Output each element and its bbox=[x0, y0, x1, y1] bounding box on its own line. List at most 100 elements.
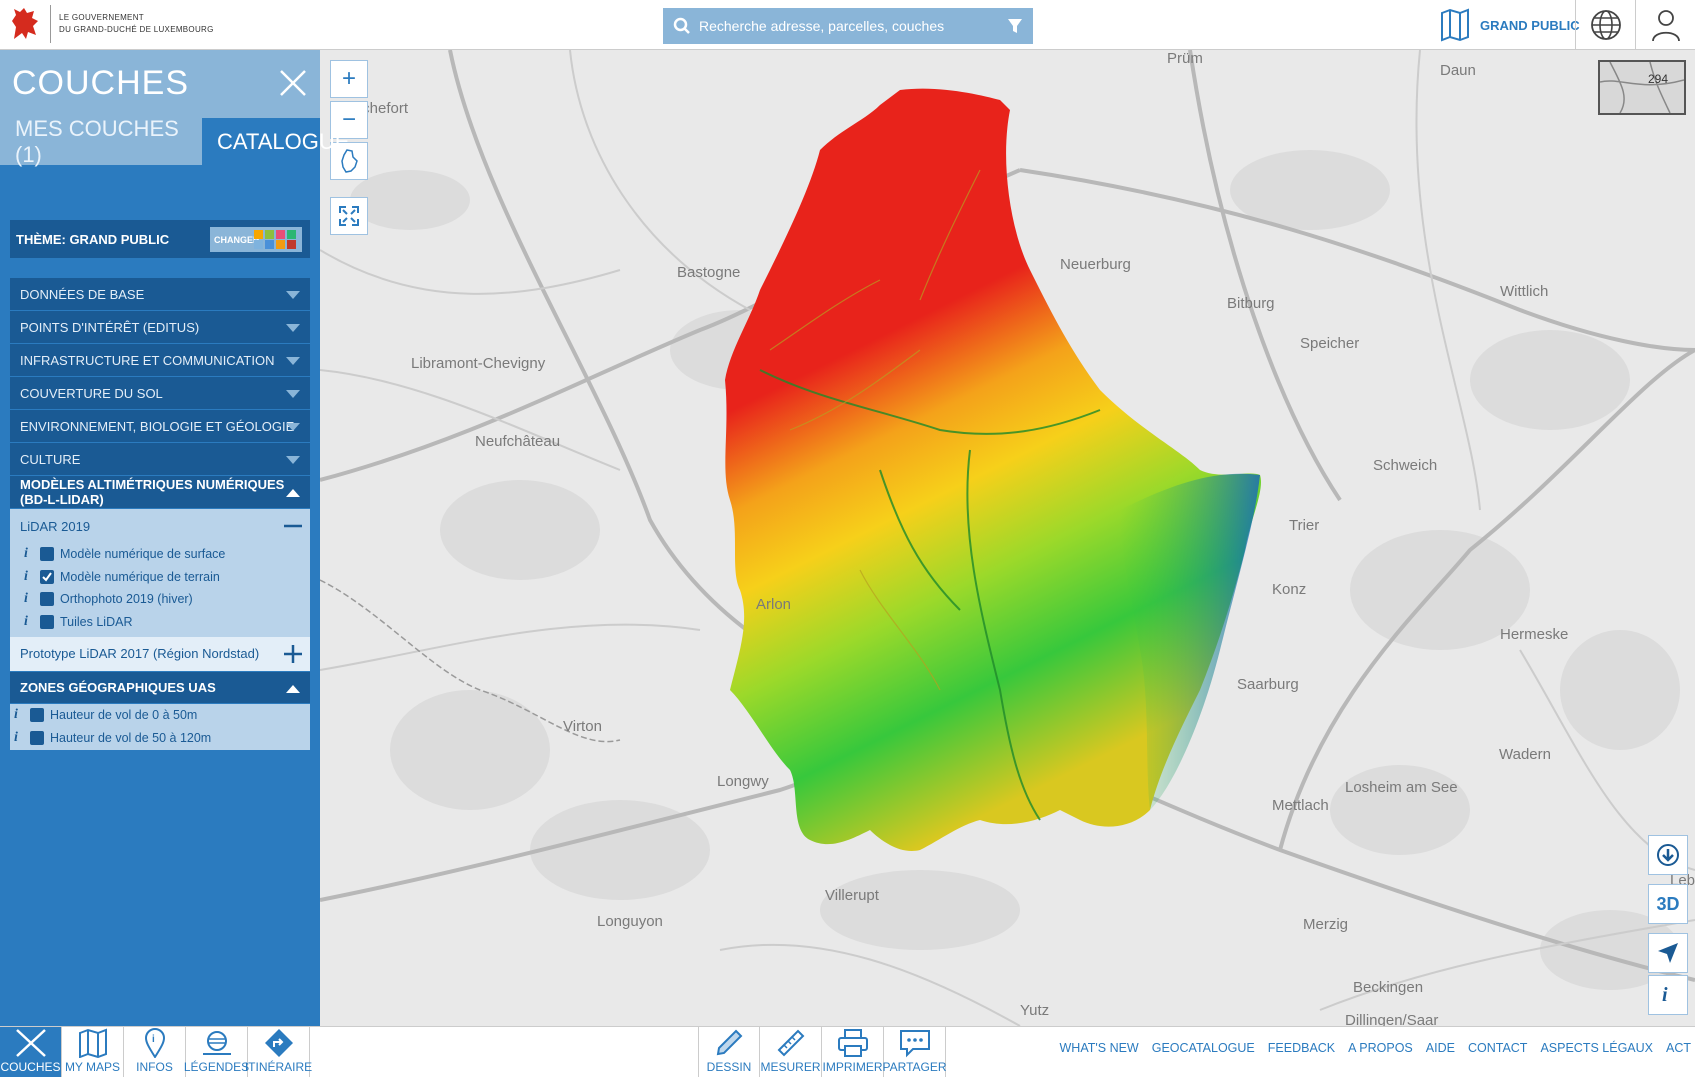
chevron-down-icon bbox=[286, 291, 300, 299]
user-login-button[interactable] bbox=[1635, 0, 1695, 50]
3d-button[interactable]: 3D bbox=[1648, 884, 1688, 924]
link-geocatalogue[interactable]: GEOCATALOGUE bbox=[1152, 1041, 1255, 1055]
gov-line-2: DU GRAND-DUCHÉ DE LUXEMBOURG bbox=[59, 25, 214, 34]
expand-plus-icon[interactable] bbox=[284, 644, 302, 663]
category-culture[interactable]: CULTURE bbox=[10, 443, 310, 476]
layer-label: Hauteur de vol de 50 à 120m bbox=[50, 731, 212, 745]
category-modeles-altimetriques[interactable]: MODÈLES ALTIMÉTRIQUES NUMÉRIQUES (BD-L-L… bbox=[10, 476, 310, 509]
mesurer-label: MESURER bbox=[760, 1060, 821, 1074]
sidebar-header: COUCHES bbox=[0, 50, 320, 118]
link-aspects-legaux[interactable]: ASPECTS LÉGAUX bbox=[1540, 1041, 1653, 1055]
info-button[interactable]: i bbox=[1648, 975, 1688, 1015]
search-input[interactable]: Recherche adresse, parcelles, couches bbox=[663, 8, 1033, 44]
legendes-button[interactable]: LÉGENDES bbox=[183, 1027, 250, 1077]
infos-button[interactable]: i INFOS bbox=[124, 1027, 186, 1077]
imprimer-button[interactable]: IMPRIMER bbox=[822, 1027, 884, 1077]
tab-my-layers[interactable]: MES COUCHES (1) bbox=[0, 116, 197, 167]
category-environnement[interactable]: ENVIRONNEMENT, BIOLOGIE ET GÉOLOGIE bbox=[10, 410, 310, 443]
layer-checkbox[interactable] bbox=[30, 707, 44, 722]
category-infrastructure[interactable]: INFRASTRUCTURE ET COMMUNICATION bbox=[10, 344, 310, 377]
info-icon[interactable]: i bbox=[24, 546, 36, 562]
layer-checkbox-checked[interactable] bbox=[40, 569, 54, 584]
my-maps-button[interactable]: MY MAPS bbox=[62, 1027, 124, 1077]
my-maps-label: MY MAPS bbox=[64, 1060, 121, 1074]
minimap-thumbnail bbox=[1599, 61, 1685, 114]
globe-icon bbox=[1590, 10, 1621, 40]
layer-checkbox[interactable] bbox=[40, 592, 54, 607]
layer-item[interactable]: i Modèle numérique de surface bbox=[10, 543, 310, 566]
collapse-minus-icon[interactable] bbox=[284, 517, 302, 535]
place-label: Neufchâteau bbox=[475, 433, 561, 450]
change-theme-label: CHANGER bbox=[214, 234, 260, 245]
zoom-in-button[interactable]: + bbox=[330, 60, 368, 98]
category-label: COUVERTURE DU SOL bbox=[20, 385, 163, 401]
chevron-down-icon bbox=[286, 357, 300, 365]
category-label: ENVIRONNEMENT, BIOLOGIE ET GÉOLOGIE bbox=[20, 418, 295, 434]
layer-item[interactable]: i Tuiles LiDAR bbox=[10, 610, 310, 637]
route-arrow-icon bbox=[264, 1029, 293, 1057]
lion-icon bbox=[12, 8, 38, 39]
group-label: Prototype LiDAR 2017 (Région Nordstad) bbox=[20, 646, 260, 661]
partager-button[interactable]: PARTAGER bbox=[883, 1027, 947, 1077]
category-donnees-de-base[interactable]: DONNÉES DE BASE bbox=[10, 278, 310, 311]
info-icon[interactable]: i bbox=[14, 730, 26, 746]
map-pin-info-icon: i bbox=[144, 1028, 165, 1058]
place-label: Merzig bbox=[1303, 916, 1349, 933]
government-name: LE GOUVERNEMENT DU GRAND-DUCHÉ DE LUXEMB… bbox=[59, 12, 214, 36]
mesurer-button[interactable]: MESURER bbox=[760, 1027, 822, 1077]
group-prototype-lidar-2017[interactable]: Prototype LiDAR 2017 (Région Nordstad) bbox=[10, 636, 310, 671]
background-layer-selector[interactable]: 294 bbox=[1598, 60, 1686, 115]
info-icon[interactable]: i bbox=[24, 614, 36, 630]
group-label: LiDAR 2019 bbox=[20, 518, 91, 534]
theme-swatch bbox=[254, 230, 263, 239]
tab-catalogue[interactable]: CATALOGUE bbox=[202, 118, 349, 165]
map-canvas[interactable]: Prüm Rochefort Daun Bastogne Neuerburg B… bbox=[320, 50, 1695, 1026]
place-label: Villerupt bbox=[825, 887, 879, 904]
theme-selector: THÈME: GRAND PUBLIC CHANGER bbox=[10, 220, 310, 258]
theme-selector-label: THÈME: GRAND PUBLIC bbox=[16, 231, 170, 247]
info-icon[interactable]: i bbox=[24, 569, 36, 585]
layer-item[interactable]: i Orthophoto 2019 (hiver) bbox=[10, 588, 310, 611]
fullscreen-button[interactable] bbox=[330, 197, 368, 235]
layer-item[interactable]: i Hauteur de vol de 0 à 50m bbox=[10, 703, 310, 726]
layer-checkbox[interactable] bbox=[40, 614, 54, 629]
printer-icon bbox=[837, 1029, 868, 1057]
category-zones-uas[interactable]: ZONES GÉOGRAPHIQUES UAS bbox=[10, 670, 310, 704]
info-icon[interactable]: i bbox=[24, 591, 36, 607]
theme-swatch bbox=[265, 240, 274, 249]
link-contact[interactable]: CONTACT bbox=[1468, 1041, 1528, 1055]
government-logo[interactable]: LE GOUVERNEMENT DU GRAND-DUCHÉ DE LUXEMB… bbox=[8, 5, 214, 43]
layer-item[interactable]: i Hauteur de vol de 50 à 120m bbox=[10, 726, 310, 750]
link-act[interactable]: ACT bbox=[1666, 1041, 1691, 1055]
layer-item[interactable]: i Modèle numérique de terrain bbox=[10, 565, 310, 588]
group-lidar-2019[interactable]: LiDAR 2019 bbox=[10, 509, 310, 543]
sidebar-title: COUCHES bbox=[12, 64, 190, 102]
legendes-label: LÉGENDES bbox=[183, 1060, 250, 1074]
place-label: Bitburg bbox=[1227, 295, 1275, 312]
close-icon[interactable] bbox=[278, 68, 308, 98]
category-couverture-sol[interactable]: COUVERTURE DU SOL bbox=[10, 377, 310, 410]
gov-line-1: LE GOUVERNEMENT bbox=[59, 13, 144, 22]
layer-checkbox[interactable] bbox=[40, 547, 54, 562]
change-theme-button[interactable]: CHANGER bbox=[210, 227, 302, 252]
link-a-propos[interactable]: A PROPOS bbox=[1348, 1041, 1413, 1055]
info-icon[interactable]: i bbox=[14, 707, 26, 723]
catalogue-list: DONNÉES DE BASE POINTS D'INTÉRÊT (EDITUS… bbox=[10, 278, 310, 750]
place-label: Prüm bbox=[1167, 50, 1203, 67]
filter-icon[interactable] bbox=[1007, 17, 1023, 35]
category-label: CULTURE bbox=[20, 451, 81, 467]
link-feedback[interactable]: FEEDBACK bbox=[1268, 1041, 1335, 1055]
itineraire-button[interactable]: ITINÉRAIRE bbox=[245, 1027, 312, 1077]
theme-switch-button[interactable]: GRAND PUBLIC bbox=[1440, 0, 1580, 50]
category-points-interet[interactable]: POINTS D'INTÉRÊT (EDITUS) bbox=[10, 311, 310, 344]
place-label: Speicher bbox=[1300, 335, 1360, 352]
link-aide[interactable]: AIDE bbox=[1426, 1041, 1455, 1055]
geolocate-button[interactable] bbox=[1648, 933, 1688, 973]
layer-checkbox[interactable] bbox=[30, 731, 44, 745]
couches-button[interactable]: COUCHES bbox=[0, 1027, 62, 1077]
download-button[interactable] bbox=[1648, 835, 1688, 875]
layer-label: Modèle numérique de terrain bbox=[60, 569, 220, 584]
dessin-button[interactable]: DESSIN bbox=[698, 1027, 760, 1077]
link-whats-new[interactable]: WHAT'S NEW bbox=[1060, 1041, 1139, 1055]
language-button[interactable] bbox=[1575, 0, 1635, 50]
